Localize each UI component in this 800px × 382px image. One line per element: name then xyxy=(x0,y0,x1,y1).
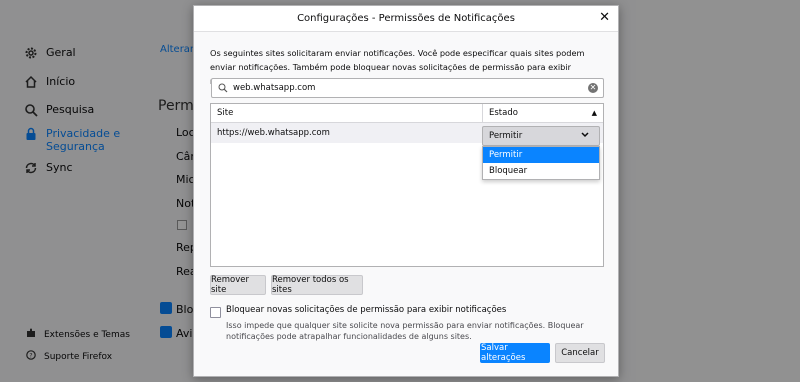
search-icon xyxy=(218,83,228,93)
clear-search-icon[interactable]: ✕ xyxy=(588,83,598,93)
dialog-titlebar: Configurações - Permissões de Notificaçõ… xyxy=(194,6,618,32)
save-changes-button[interactable]: Salvar alterações xyxy=(480,343,550,363)
remove-all-sites-button[interactable]: Remover todos os sites xyxy=(271,275,363,295)
search-field[interactable]: web.whatsapp.com ✕ xyxy=(211,78,604,98)
column-header-site[interactable]: Site xyxy=(211,104,483,122)
state-select[interactable]: Permitir xyxy=(482,126,600,146)
column-header-label: Estado xyxy=(489,108,518,118)
dropdown-option-bloquear[interactable]: Bloquear xyxy=(483,163,599,179)
search-input[interactable]: web.whatsapp.com xyxy=(233,83,588,93)
column-header-state[interactable]: Estado ▲ xyxy=(483,104,603,122)
state-select-value: Permitir xyxy=(489,131,523,141)
block-notifications-label[interactable]: Bloquear novas solicitações de permissão… xyxy=(226,305,506,315)
cancel-button[interactable]: Cancelar xyxy=(555,343,605,363)
site-cell: https://web.whatsapp.com xyxy=(217,128,330,138)
dropdown-option-permitir[interactable]: Permitir xyxy=(483,147,599,163)
block-notifications-checkbox[interactable] xyxy=(210,307,221,318)
dialog-title: Configurações - Permissões de Notificaçõ… xyxy=(297,13,515,24)
notification-permissions-dialog: Configurações - Permissões de Notificaçõ… xyxy=(193,5,619,377)
close-icon[interactable]: ✕ xyxy=(599,11,610,25)
block-notifications-note: Isso impede que qualquer site solicite n… xyxy=(226,321,584,341)
remove-site-button[interactable]: Remover site xyxy=(210,275,266,295)
state-dropdown-menu: Permitir Bloquear xyxy=(482,146,600,180)
sort-ascending-icon: ▲ xyxy=(591,109,597,117)
sites-table: Site Estado ▲ https://web.whatsapp.com P… xyxy=(210,103,604,267)
table-header: Site Estado ▲ xyxy=(211,104,603,123)
chevron-down-icon xyxy=(581,131,589,141)
